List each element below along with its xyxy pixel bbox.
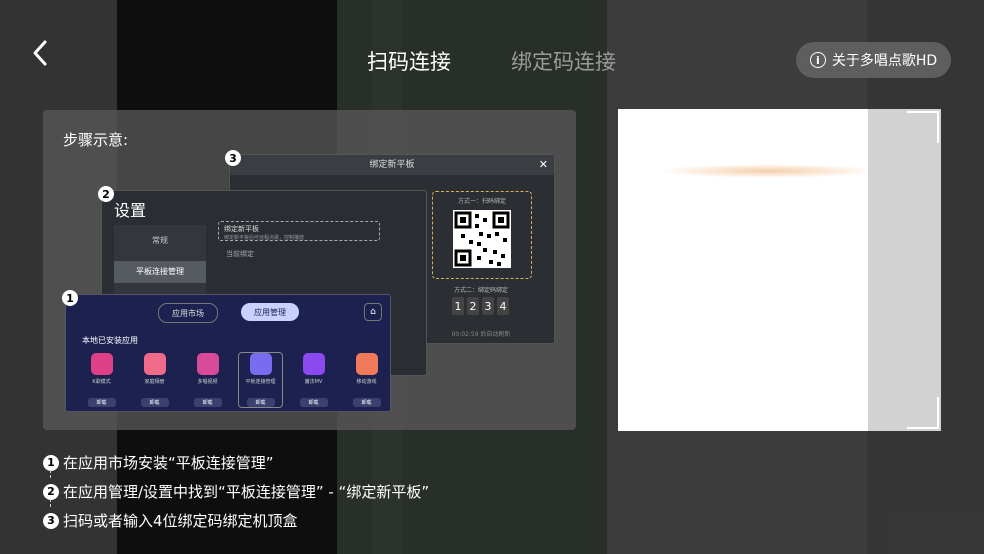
refresh-timer: 00:02:59 后自动刷新 <box>451 331 511 338</box>
qr-code-icon <box>453 210 511 268</box>
installed-apps-title: 本地已安装应用 <box>82 336 138 345</box>
instruction-step: 1 在应用市场安装“平板连接管理” <box>43 452 274 473</box>
app-manager-preview: 应用市场 应用管理 ⌂ 本地已安装应用 K歌模式 卸载 家庭相册 卸载 多唱视频… <box>65 294 391 412</box>
step-number-2: 2 <box>98 186 114 202</box>
instruction-step: 2 在应用管理/设置中找到“平板连接管理” - “绑定新平板” <box>43 481 429 502</box>
about-label: 关于多唱点歌HD <box>831 53 938 69</box>
menu-tablet-connection: 平板连接管理 <box>114 261 206 283</box>
item-title: 绑定新平板 <box>224 225 259 233</box>
app-item: 魔法MV 卸载 <box>292 353 335 407</box>
qr-bind-box: 方式一：扫码绑定 <box>432 191 532 279</box>
dialog-title: 绑定新平板 <box>230 155 554 175</box>
step-number-1: 1 <box>62 290 78 306</box>
app-icon <box>90 353 113 375</box>
steps-panel: 步骤示意: 绑定新平板 ✕ 方式一：扫码绑定 方式二：绑定码绑定 1 2 3 4… <box>43 110 576 430</box>
app-item: K歌模式 卸载 <box>80 353 123 407</box>
item-desc: 绑定新平板后可远程点歌，控制播放 <box>224 235 305 241</box>
step-number-3: 3 <box>225 150 241 166</box>
code-digit: 3 <box>482 297 494 315</box>
seg-app-manage: 应用管理 <box>241 303 299 321</box>
instruction-text: 在应用市场安装“平板连接管理” <box>63 454 274 472</box>
steps-title: 步骤示意: <box>63 131 129 149</box>
uninstall-button: 卸载 <box>87 398 116 407</box>
code-label: 方式二：绑定码绑定 <box>453 287 508 294</box>
corner-bracket <box>907 397 939 429</box>
app-list: K歌模式 卸载 家庭相册 卸载 多唱视频 卸载 平板连接管理 卸载 魔法MV 卸… <box>80 352 388 408</box>
app-name: K歌模式 <box>92 379 111 385</box>
app-item: 移动游戏 卸载 <box>345 353 388 407</box>
uninstall-button: 卸载 <box>140 398 169 407</box>
app-icon <box>196 353 219 375</box>
app-icon <box>249 353 272 375</box>
tab-scan-connect[interactable]: 扫码连接 <box>367 46 451 76</box>
code-digit: 2 <box>467 297 479 315</box>
uninstall-button: 卸载 <box>193 398 222 407</box>
app-item-selected: 平板连接管理 卸载 <box>238 352 283 408</box>
qr-placeholder <box>868 109 941 431</box>
back-button[interactable] <box>26 38 56 68</box>
app-icon <box>302 353 325 375</box>
code-digit: 1 <box>452 297 464 315</box>
menu-general: 常规 <box>152 236 168 245</box>
bind-new-tablet-item: 绑定新平板 绑定新平板后可远程点歌，控制播放 <box>218 221 380 241</box>
instruction-text: 在应用管理/设置中找到“平板连接管理” - “绑定新平板” <box>63 483 430 501</box>
app-icon <box>143 353 166 375</box>
instruction-text: 扫码或者输入4位绑定码绑定机顶盒 <box>63 512 298 530</box>
chevron-left-icon <box>33 40 47 66</box>
uninstall-button: 卸载 <box>299 398 328 407</box>
app-name: 移动游戏 <box>356 379 377 385</box>
app-name: 家庭相册 <box>144 379 165 385</box>
app-name: 魔法MV <box>304 379 323 385</box>
uninstall-button: 卸载 <box>352 398 381 407</box>
close-icon: ✕ <box>538 158 548 171</box>
instruction-number: 3 <box>43 512 59 529</box>
instruction-number: 2 <box>43 483 59 500</box>
qr-label: 方式一：扫码绑定 <box>457 198 506 205</box>
qr-code-panel <box>618 109 941 431</box>
about-button[interactable]: i 关于多唱点歌HD <box>796 42 951 78</box>
app-name: 多唱视频 <box>197 379 218 385</box>
instruction-step: 3 扫码或者输入4位绑定码绑定机顶盒 <box>43 510 298 531</box>
seg-app-market: 应用市场 <box>158 303 218 323</box>
info-icon: i <box>809 52 826 68</box>
corner-bracket <box>907 111 939 143</box>
tab-bind-code-connect[interactable]: 绑定码连接 <box>511 46 616 76</box>
app-item: 多唱视频 卸载 <box>186 353 229 407</box>
current-binding: 当前绑定 <box>226 250 254 258</box>
settings-title: 设置 <box>114 201 147 220</box>
step-connector <box>50 499 52 507</box>
instruction-number: 1 <box>43 454 59 471</box>
loading-glow <box>658 164 878 178</box>
step-connector <box>50 470 52 478</box>
app-name: 平板连接管理 <box>245 379 276 385</box>
home-icon: ⌂ <box>364 303 382 321</box>
uninstall-button: 卸载 <box>246 398 275 407</box>
app-icon <box>355 353 378 375</box>
app-item: 家庭相册 卸载 <box>133 353 176 407</box>
code-digit: 4 <box>497 297 509 315</box>
bind-code: 1 2 3 4 <box>452 297 509 315</box>
